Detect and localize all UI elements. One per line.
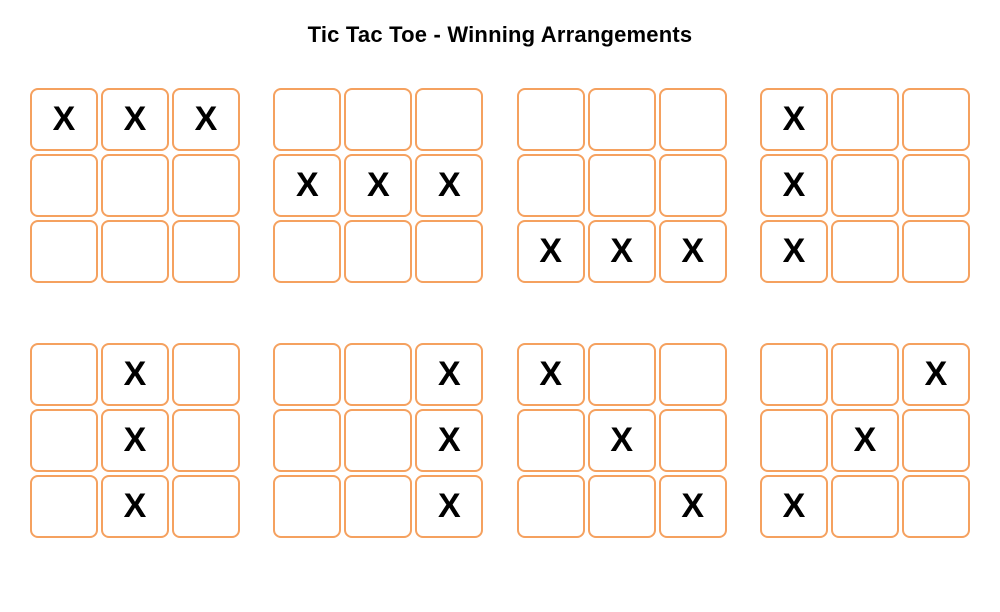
- tictactoe-board: XXX: [30, 88, 240, 283]
- board-cell: X: [415, 343, 483, 406]
- board-cell: [30, 154, 98, 217]
- board-cell: [902, 220, 970, 283]
- board-cell: X: [517, 220, 585, 283]
- board-cell: X: [659, 220, 727, 283]
- board-row: XXX XXX XXX XXX: [30, 343, 970, 538]
- board-cell: [30, 220, 98, 283]
- board-cell: [760, 343, 828, 406]
- tictactoe-board: XXX: [760, 88, 970, 283]
- board-cell: [344, 220, 412, 283]
- board-cell: [588, 475, 656, 538]
- board-cell: [30, 409, 98, 472]
- board-cell: [101, 220, 169, 283]
- board-cell: [517, 475, 585, 538]
- board-cell: X: [760, 88, 828, 151]
- board-cell: [902, 409, 970, 472]
- board-cell: [831, 343, 899, 406]
- board-cell: [415, 88, 483, 151]
- board-cell: [101, 154, 169, 217]
- board-cell: X: [588, 220, 656, 283]
- board-cell: [30, 343, 98, 406]
- tictactoe-board: XXX: [273, 88, 483, 283]
- board-cell: [760, 409, 828, 472]
- board-cell: [344, 475, 412, 538]
- tictactoe-board: XXX: [273, 343, 483, 538]
- board-cell: [902, 154, 970, 217]
- board-cell: X: [760, 220, 828, 283]
- board-cell: X: [659, 475, 727, 538]
- board-cell: [273, 343, 341, 406]
- board-cell: X: [101, 475, 169, 538]
- board-cell: [172, 475, 240, 538]
- board-cell: X: [101, 88, 169, 151]
- tictactoe-board: XXX: [30, 343, 240, 538]
- board-cell: [659, 343, 727, 406]
- page-title: Tic Tac Toe - Winning Arrangements: [0, 22, 1000, 48]
- board-row: XXX XXX XXX XXX: [30, 88, 970, 283]
- board-cell: X: [760, 154, 828, 217]
- board-cell: [273, 409, 341, 472]
- board-cell: X: [517, 343, 585, 406]
- board-cell: [172, 154, 240, 217]
- board-cell: [273, 88, 341, 151]
- board-cell: X: [831, 409, 899, 472]
- tictactoe-board: XXX: [760, 343, 970, 538]
- board-cell: X: [415, 475, 483, 538]
- board-cell: [588, 88, 656, 151]
- board-cell: X: [902, 343, 970, 406]
- board-rows: XXX XXX XXX XXX XXX XXX XXX XXX: [0, 88, 1000, 538]
- board-cell: [588, 154, 656, 217]
- board-cell: [517, 88, 585, 151]
- board-cell: X: [101, 409, 169, 472]
- board-cell: [831, 475, 899, 538]
- board-cell: [344, 88, 412, 151]
- board-cell: X: [588, 409, 656, 472]
- board-cell: [659, 154, 727, 217]
- board-cell: [902, 88, 970, 151]
- board-cell: [30, 475, 98, 538]
- board-cell: [273, 475, 341, 538]
- board-cell: X: [172, 88, 240, 151]
- board-cell: [659, 409, 727, 472]
- board-cell: [902, 475, 970, 538]
- board-cell: [172, 409, 240, 472]
- board-cell: [831, 220, 899, 283]
- board-cell: X: [273, 154, 341, 217]
- board-cell: [517, 154, 585, 217]
- board-cell: [831, 154, 899, 217]
- board-cell: X: [415, 409, 483, 472]
- board-cell: [344, 343, 412, 406]
- board-cell: [273, 220, 341, 283]
- board-cell: [344, 409, 412, 472]
- board-cell: [831, 88, 899, 151]
- board-cell: [415, 220, 483, 283]
- board-cell: [517, 409, 585, 472]
- board-cell: [588, 343, 656, 406]
- board-cell: X: [760, 475, 828, 538]
- board-cell: X: [344, 154, 412, 217]
- board-cell: [172, 220, 240, 283]
- board-cell: X: [30, 88, 98, 151]
- tictactoe-board: XXX: [517, 88, 727, 283]
- board-cell: [659, 88, 727, 151]
- board-cell: X: [415, 154, 483, 217]
- tictactoe-board: XXX: [517, 343, 727, 538]
- board-cell: [172, 343, 240, 406]
- board-cell: X: [101, 343, 169, 406]
